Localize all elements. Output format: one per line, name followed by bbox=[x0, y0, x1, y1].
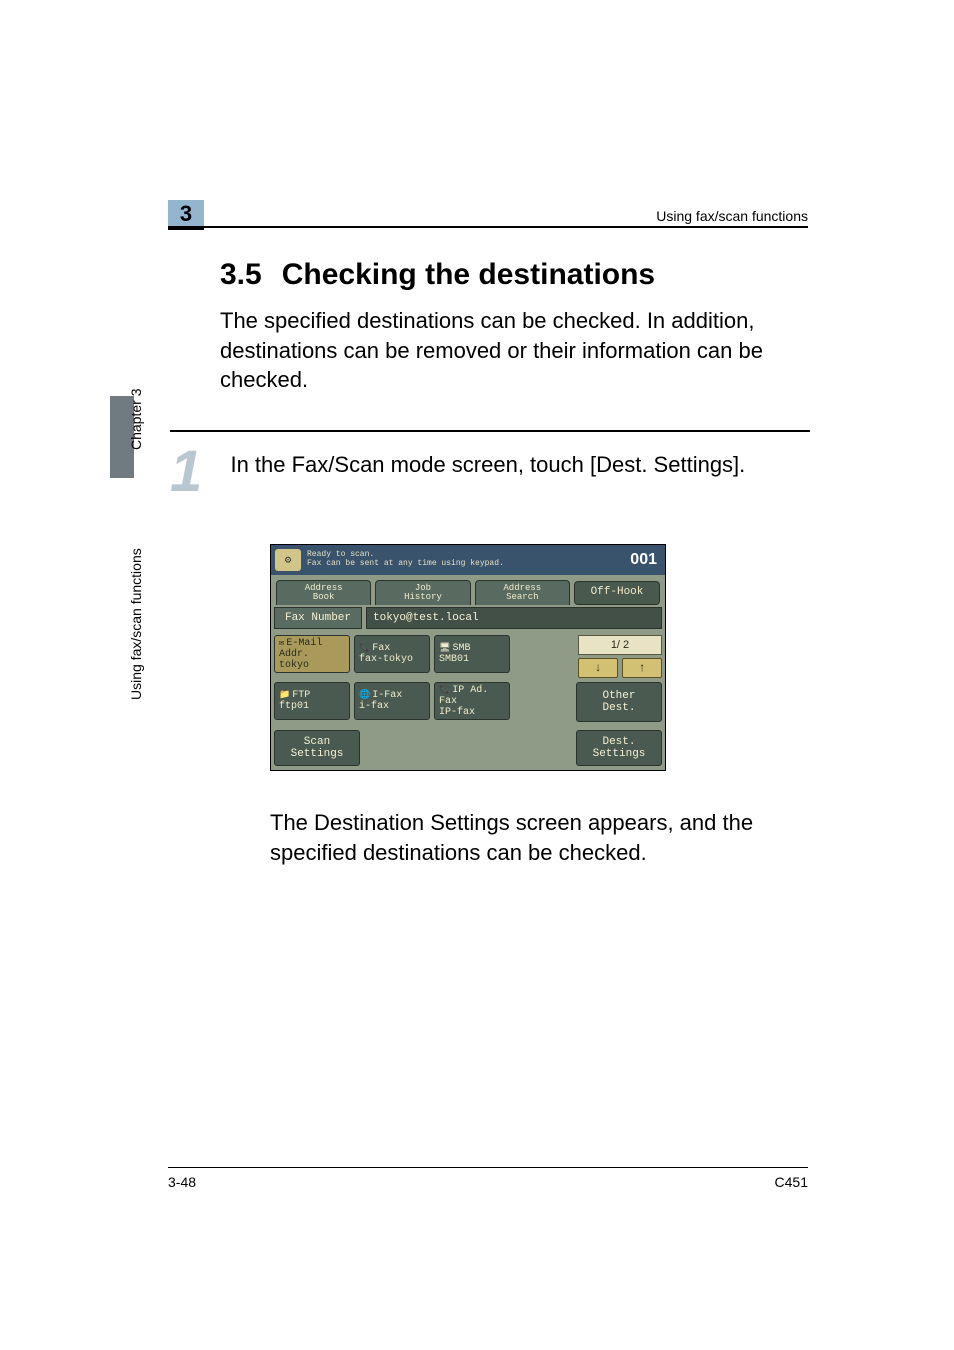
dest-ipfax[interactable]: 📞IP Ad. Fax IP-fax bbox=[434, 682, 510, 720]
side-section-label: Using fax/scan functions bbox=[128, 548, 144, 700]
ftp-icon: 📁 bbox=[279, 690, 290, 700]
fax-number-value[interactable]: tokyo@test.local bbox=[366, 607, 662, 629]
intro-paragraph: The specified destinations can be checke… bbox=[220, 306, 808, 395]
result-paragraph: The Destination Settings screen appears,… bbox=[270, 808, 810, 867]
dest-counter: 001 bbox=[630, 551, 657, 569]
step-rule bbox=[170, 430, 810, 432]
section-number: 3.5 bbox=[220, 258, 262, 291]
screen-tabs: Address Book Job History Address Search … bbox=[271, 575, 665, 605]
device-screenshot: ⚙ Ready to scan. Fax can be sent at any … bbox=[270, 544, 666, 771]
status-icon: ⚙ bbox=[275, 549, 301, 571]
footer-model: C451 bbox=[775, 1174, 808, 1190]
side-chapter-label: Chapter 3 bbox=[128, 389, 144, 450]
dest-name: IP-fax bbox=[439, 707, 505, 718]
step-text: In the Fax/Scan mode screen, touch [Dest… bbox=[230, 450, 800, 480]
tab-job-history[interactable]: Job History bbox=[375, 580, 470, 605]
smb-icon: 🖥 bbox=[439, 643, 450, 653]
page-footer: 3-48 C451 bbox=[168, 1167, 808, 1190]
dest-fax-tokyo[interactable]: 📞Fax fax-tokyo bbox=[354, 635, 430, 673]
step-block: 1 In the Fax/Scan mode screen, touch [De… bbox=[170, 430, 810, 498]
dest-settings-button[interactable]: Dest. Settings bbox=[576, 730, 662, 766]
ifax-icon: 🌐 bbox=[359, 690, 370, 700]
section-heading: 3.5 Checking the destinations bbox=[220, 258, 655, 292]
dest-email-tokyo[interactable]: ✉E-Mail Addr. tokyo bbox=[274, 635, 350, 673]
dest-name: tokyo bbox=[279, 660, 345, 671]
email-icon: ✉ bbox=[279, 638, 284, 648]
dest-name: ftp01 bbox=[279, 701, 345, 712]
destination-grid: ✉E-Mail Addr. tokyo 📞Fax fax-tokyo 🖥SMB … bbox=[271, 631, 665, 730]
header-running-title: Using fax/scan functions bbox=[656, 208, 808, 224]
footer-page-number: 3-48 bbox=[168, 1174, 196, 1190]
screen-bottom-bar: Scan Settings Dest. Settings bbox=[271, 730, 665, 770]
dest-type-label: SMB bbox=[452, 643, 470, 654]
dest-row-2: 📁FTP ftp01 🌐I-Fax i-fax 📞IP Ad. Fax IP-f… bbox=[274, 682, 662, 722]
fax-number-label: Fax Number bbox=[274, 607, 362, 629]
dest-smb01[interactable]: 🖥SMB SMB01 bbox=[434, 635, 510, 673]
bottom-spacer bbox=[360, 730, 576, 766]
dest-name: i-fax bbox=[359, 701, 425, 712]
scan-settings-button[interactable]: Scan Settings bbox=[274, 730, 360, 766]
tab-address-search[interactable]: Address Search bbox=[475, 580, 570, 605]
status-text: Ready to scan. Fax can be sent at any ti… bbox=[307, 551, 630, 569]
page-indicator: 1/ 2 bbox=[578, 635, 662, 655]
dest-type-label: I-Fax bbox=[372, 690, 402, 701]
off-hook-button[interactable]: Off-Hook bbox=[574, 581, 660, 605]
other-dest-button[interactable]: Other Dest. bbox=[576, 682, 662, 722]
page-nav-col: 1/ 2 ↓ ↑ bbox=[578, 635, 662, 678]
dest-type-label: FTP bbox=[292, 690, 310, 701]
section-title-text: Checking the destinations bbox=[282, 258, 655, 291]
dest-name: SMB01 bbox=[439, 654, 505, 665]
tab-address-book[interactable]: Address Book bbox=[276, 580, 371, 605]
status-line-2: Fax can be sent at any time using keypad… bbox=[307, 560, 630, 569]
fax-icon: 📞 bbox=[359, 643, 370, 653]
dest-type-label: E-Mail Addr. bbox=[279, 638, 322, 660]
dest-row-1: ✉E-Mail Addr. tokyo 📞Fax fax-tokyo 🖥SMB … bbox=[274, 635, 662, 678]
dest-ftp01[interactable]: 📁FTP ftp01 bbox=[274, 682, 350, 720]
page-down-button[interactable]: ↓ bbox=[578, 658, 618, 678]
ipfax-icon: 📞 bbox=[439, 685, 450, 695]
dest-name: fax-tokyo bbox=[359, 654, 425, 665]
dest-type-label: Fax bbox=[372, 643, 390, 654]
dest-ifax[interactable]: 🌐I-Fax i-fax bbox=[354, 682, 430, 720]
step-number: 1 bbox=[170, 446, 226, 498]
header-rule bbox=[168, 226, 808, 228]
fax-number-row: Fax Number tokyo@test.local bbox=[271, 605, 665, 631]
page-up-button[interactable]: ↑ bbox=[622, 658, 662, 678]
screen-status-bar: ⚙ Ready to scan. Fax can be sent at any … bbox=[271, 545, 665, 575]
